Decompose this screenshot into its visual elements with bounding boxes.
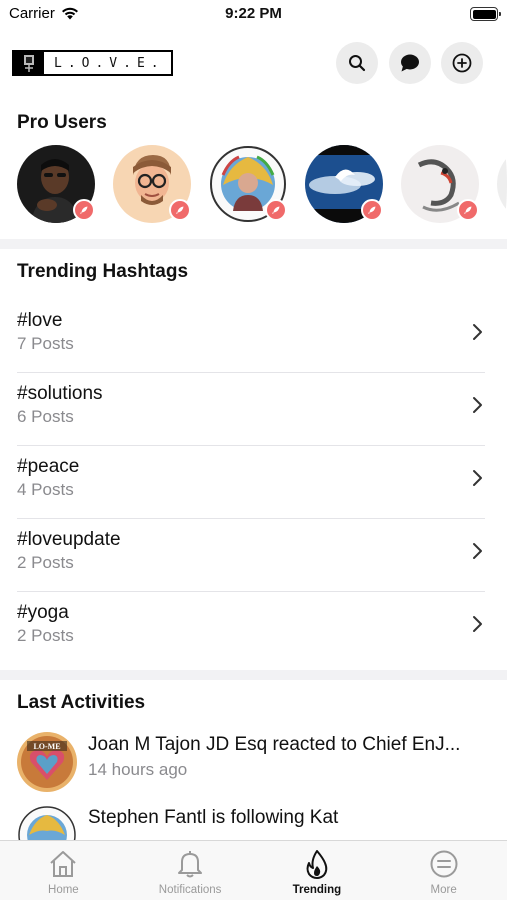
pro-user-avatar[interactable]	[113, 145, 191, 223]
pro-badge	[73, 199, 95, 221]
chevron-right-icon	[473, 543, 482, 559]
last-activities-title: Last Activities	[17, 692, 146, 713]
battery-icon	[470, 7, 501, 21]
avatar-image	[497, 145, 507, 223]
pro-users-title: Pro Users	[17, 112, 107, 133]
hashtag-label: #yoga	[17, 602, 69, 623]
section-divider	[0, 239, 507, 249]
hashtag-label: #loveupdate	[17, 529, 121, 550]
hashtag-post-count: 4 Posts	[17, 480, 74, 499]
pro-user-avatar[interactable]	[401, 145, 479, 223]
home-icon	[50, 851, 77, 877]
tab-label: More	[430, 884, 457, 896]
add-button[interactable]	[441, 42, 483, 84]
status-bar: Carrier 9:22 PM	[0, 0, 507, 30]
trending-hashtags-title: Trending Hashtags	[17, 261, 189, 282]
search-icon	[349, 55, 366, 72]
activity-text: Stephen Fantl is following Kat	[88, 807, 339, 828]
chevron-right-icon	[473, 324, 482, 340]
hashtag-label: #love	[17, 310, 63, 331]
activity-text: Joan M Tajon JD Esq reacted to Chief EnJ…	[88, 734, 461, 755]
hashtag-row[interactable]: #loveupdate 2 Posts	[0, 519, 507, 592]
activity-time: 14 hours ago	[88, 760, 188, 779]
tab-label: Home	[48, 884, 79, 896]
chat-bubble-icon	[401, 54, 419, 72]
pro-user-avatar[interactable]	[209, 145, 287, 223]
pro-users-carousel[interactable]	[0, 145, 507, 225]
hashtag-post-count: 2 Posts	[17, 626, 74, 645]
activity-avatar: LO-ME	[17, 732, 77, 792]
hashtag-label: #peace	[17, 456, 80, 477]
pro-badge	[169, 199, 191, 221]
hashtag-row[interactable]: #love 7 Posts	[0, 300, 507, 373]
rocket-icon	[176, 206, 184, 214]
flame-icon	[306, 850, 328, 879]
menu-circle-icon	[430, 850, 458, 878]
rocket-icon	[464, 206, 472, 214]
add-circle-icon	[452, 53, 472, 73]
pro-user-avatar[interactable]	[305, 145, 383, 223]
avatar-text: LO-ME	[33, 742, 60, 751]
pro-badge	[457, 199, 479, 221]
hashtag-row[interactable]: #solutions 6 Posts	[0, 373, 507, 446]
tab-more[interactable]: More	[380, 841, 507, 900]
section-divider	[0, 670, 507, 680]
pro-user-avatar[interactable]	[17, 145, 95, 223]
app-header: L.O.V.E.	[0, 40, 507, 88]
hashtag-row[interactable]: #peace 4 Posts	[0, 446, 507, 519]
pro-user-avatar-partial[interactable]	[497, 145, 507, 223]
chevron-right-icon	[473, 397, 482, 413]
hashtag-label: #solutions	[17, 383, 103, 404]
hashtag-row[interactable]: #yoga 2 Posts	[0, 592, 507, 665]
logo-emblem-icon	[14, 52, 44, 74]
tab-home[interactable]: Home	[0, 841, 127, 900]
rocket-icon	[80, 206, 88, 214]
rocket-icon	[272, 206, 280, 214]
activity-item[interactable]: LO-ME Joan M Tajon JD Esq reacted to Chi…	[0, 732, 507, 802]
messages-button[interactable]	[389, 42, 431, 84]
pro-badge	[361, 199, 383, 221]
tab-label: Notifications	[158, 884, 222, 896]
tab-notifications[interactable]: Notifications	[127, 841, 254, 900]
hashtag-post-count: 6 Posts	[17, 407, 74, 426]
bell-icon	[178, 851, 203, 878]
search-button[interactable]	[336, 42, 378, 84]
chevron-right-icon	[473, 470, 482, 486]
pro-badge	[265, 199, 287, 221]
bottom-tab-bar: Home Notifications Trending More	[0, 840, 507, 900]
app-logo[interactable]: L.O.V.E.	[12, 50, 173, 76]
rocket-icon	[368, 206, 376, 214]
logo-text: L.O.V.E.	[44, 52, 171, 74]
hashtag-post-count: 2 Posts	[17, 553, 74, 572]
status-time: 9:22 PM	[225, 5, 282, 22]
hashtag-post-count: 7 Posts	[17, 334, 74, 353]
tab-trending[interactable]: Trending	[254, 841, 381, 900]
tab-label: Trending	[292, 884, 342, 896]
chevron-right-icon	[473, 616, 482, 632]
